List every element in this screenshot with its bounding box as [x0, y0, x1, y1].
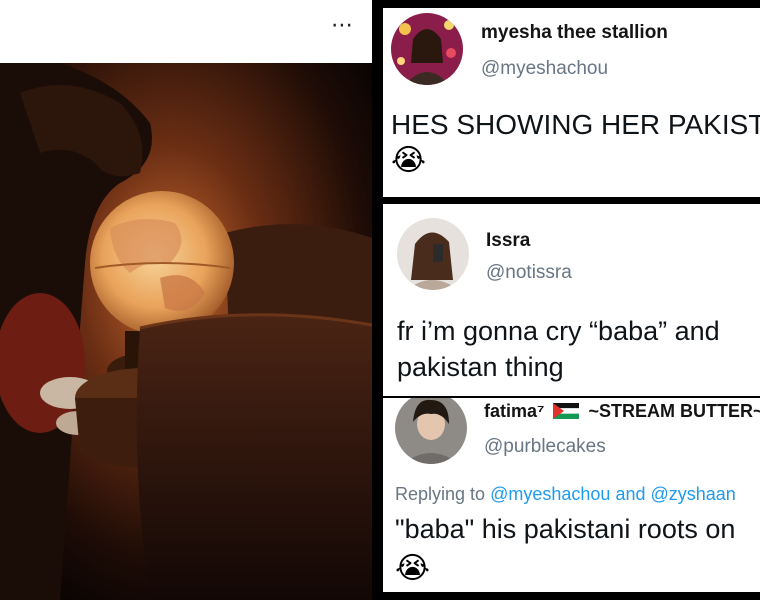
tweet-text-line-1: fr i’m gonna cry “baba” and	[397, 316, 720, 346]
tweet-card: fatima⁷ ~STREAM BUTTER~ @purblecakes Rep…	[383, 398, 760, 592]
avatar[interactable]	[395, 398, 467, 464]
more-options-icon[interactable]: ⋯	[331, 14, 354, 36]
mention-link[interactable]: @zyshaan	[651, 484, 736, 504]
tweet-text: HES SHOWING HER PAKISTAN	[391, 109, 760, 140]
and-separator: and	[615, 484, 646, 504]
replying-to-line: Replying to @myeshachou and @zyshaan	[395, 484, 736, 505]
username[interactable]: @notissra	[486, 262, 572, 284]
post-photo	[0, 63, 372, 600]
post-header: ⋯	[0, 0, 372, 63]
mention-link[interactable]: @myeshachou	[490, 484, 610, 504]
replying-to-label: Replying to	[395, 484, 486, 504]
avatar[interactable]	[391, 13, 463, 85]
display-name[interactable]: myesha thee stallion	[481, 22, 668, 44]
crying-face-emoji: 😭	[391, 144, 427, 177]
display-name[interactable]: Issra	[486, 230, 530, 252]
username[interactable]: @purblecakes	[484, 436, 606, 458]
image-post: ⋯	[0, 0, 372, 600]
display-name-text: fatima⁷	[484, 401, 545, 421]
tweet-card: myesha thee stallion @myeshachou HES SHO…	[383, 8, 760, 197]
crying-face-emoji: 😭	[395, 552, 431, 585]
display-name-suffix: ~STREAM BUTTER~	[588, 401, 760, 421]
username[interactable]: @myeshachou	[481, 58, 608, 80]
palestine-flag-icon	[553, 403, 580, 419]
display-name[interactable]: fatima⁷ ~STREAM BUTTER~	[484, 401, 760, 422]
tweet-text-line-2: pakistan thing	[397, 352, 564, 382]
tweet-card: Issra @notissra fr i’m gonna cry “baba” …	[383, 204, 760, 396]
tweet-text: "baba" his pakistani roots on	[395, 514, 736, 544]
avatar[interactable]	[397, 218, 469, 290]
